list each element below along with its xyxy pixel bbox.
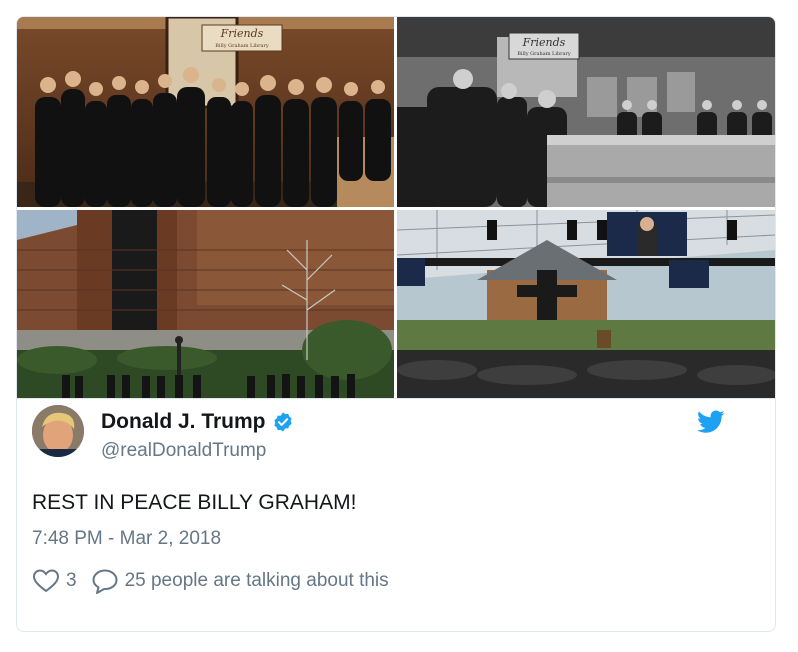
like-count: 3 (66, 570, 77, 591)
svg-text:Friends: Friends (220, 27, 264, 40)
media-grid: Friends Billy Graham Library Friends Bil… (17, 17, 775, 398)
author-name[interactable]: Donald J. Trump (101, 410, 266, 434)
photo-casket-handshake[interactable]: Friends Billy Graham Library (397, 17, 775, 207)
heart-icon[interactable] (32, 568, 60, 594)
author-row: Donald J. Trump (101, 410, 294, 434)
talking-about-link[interactable]: 25 people are talking about this (125, 570, 389, 592)
tweet-actions: 3 25 people are talking about this (32, 568, 389, 594)
photo-tent-service[interactable] (397, 210, 775, 398)
reply-bubble-icon[interactable] (91, 568, 119, 594)
svg-text:Billy Graham Library: Billy Graham Library (215, 43, 269, 49)
tweet-timestamp[interactable]: 7:48 PM - Mar 2, 2018 (32, 528, 221, 550)
svg-text:Friends: Friends (522, 36, 566, 49)
avatar[interactable] (32, 405, 84, 457)
tweet-text: REST IN PEACE BILLY GRAHAM! (32, 491, 357, 514)
verified-badge-icon (273, 412, 292, 432)
media-divider (17, 398, 775, 399)
photo-library-group[interactable]: Friends Billy Graham Library (17, 17, 394, 207)
photo-library-exterior[interactable] (17, 210, 394, 398)
author-handle[interactable]: @realDonaldTrump (101, 440, 266, 462)
twitter-bird-icon[interactable] (697, 410, 725, 434)
svg-text:Billy Graham Library: Billy Graham Library (517, 51, 571, 57)
